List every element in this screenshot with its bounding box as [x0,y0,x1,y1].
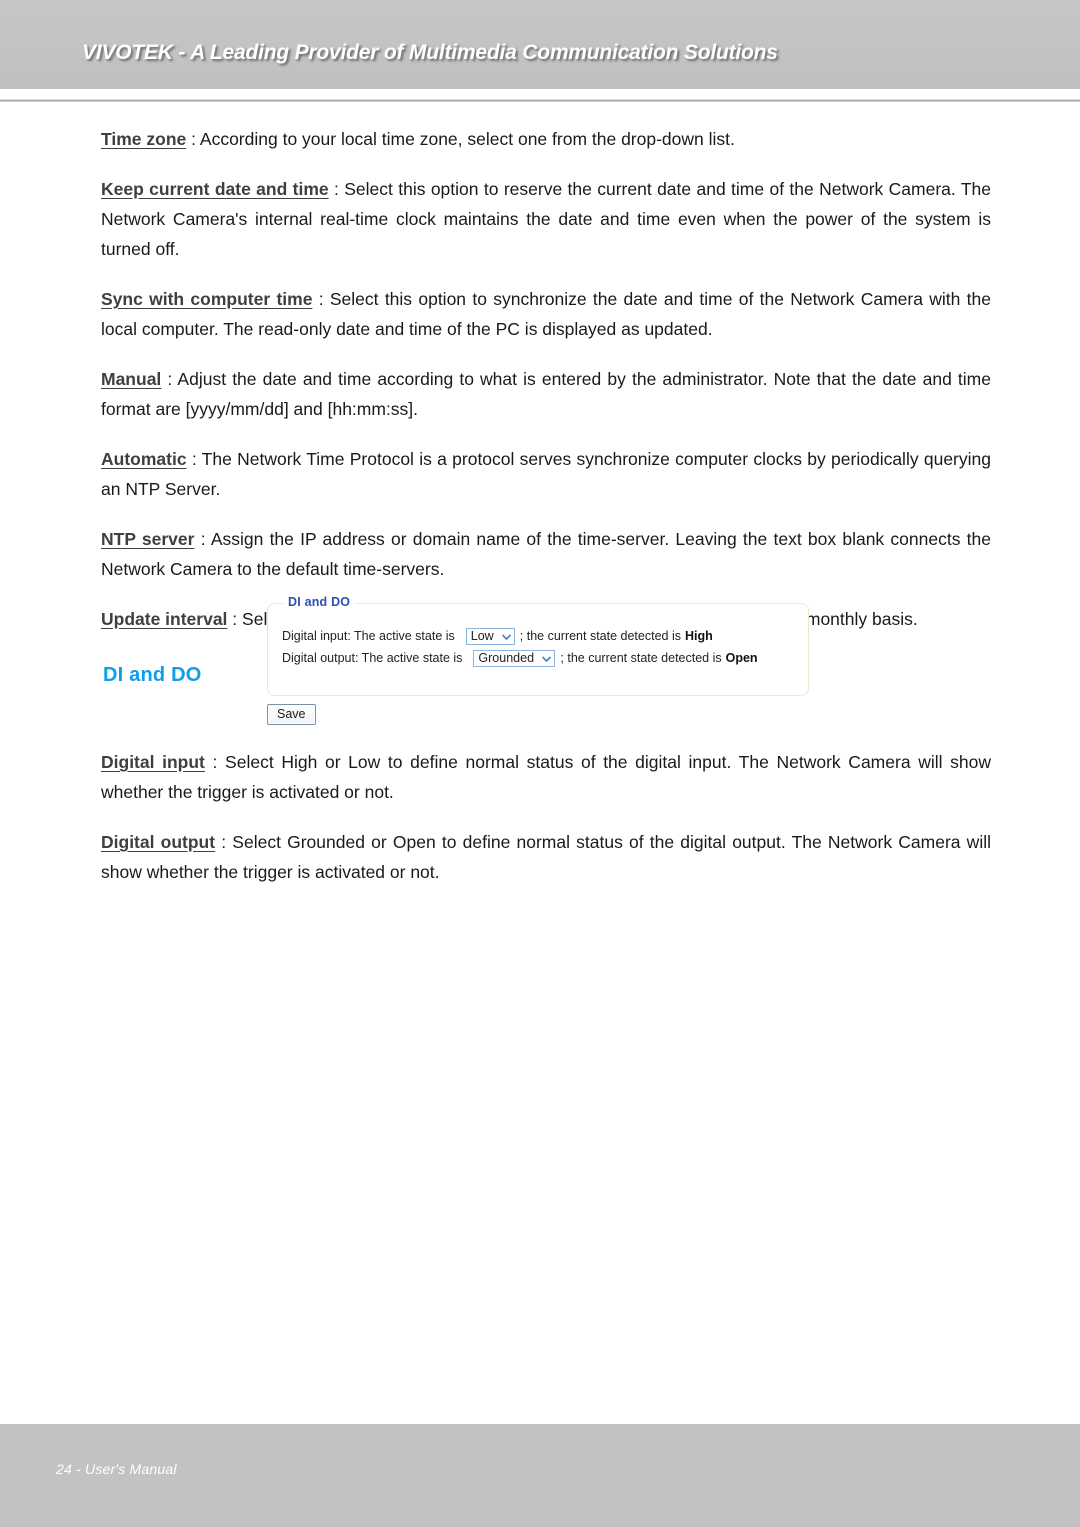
chevron-down-icon [541,651,552,666]
digital-output-label: Digital output: The active state is [282,651,463,665]
digital-input-state-select[interactable]: Low [465,628,515,645]
digital-input-label: Digital input: The active state is [282,629,455,643]
paragraph-digital-input: Digital input : Select High or Low to de… [101,747,991,807]
header-divider-rule [0,99,1080,102]
di-do-fieldset-legend: DI and DO [283,595,356,609]
term-digital-input: Digital input [101,752,205,772]
figure-di-and-do-screenshot: DI and DO Digital input: The active stat… [267,595,809,725]
paragraph-sync-with-computer-time: Sync with computer time : Select this op… [101,284,991,344]
di-do-fieldset: DI and DO Digital input: The active stat… [267,595,809,696]
digital-input-detected-prefix: ; the current state detected is [519,629,681,643]
paragraph-manual: Manual : Adjust the date and time accord… [101,364,991,424]
term-colon: : [186,449,197,469]
paragraph-body: According to your local time zone, selec… [196,129,735,149]
digital-input-row: Digital input: The active state is Low ;… [282,627,794,646]
term-ntp-server: NTP server [101,529,195,549]
term-manual: Manual [101,369,162,389]
page-header-title: VIVOTEK - A Leading Provider of Multimed… [82,41,778,64]
term-sync-with-computer-time: Sync with computer time [101,289,313,309]
paragraph-body: Select High or Low to define normal stat… [101,752,991,802]
chevron-down-icon [501,629,512,644]
save-button[interactable]: Save [267,704,316,725]
term-colon: : [227,609,238,629]
page-footer-text: 24 - User's Manual [56,1461,177,1477]
term-digital-output: Digital output [101,832,216,852]
paragraph-keep-current-date-and-time: Keep current date and time : Select this… [101,174,991,264]
term-colon: : [215,832,227,852]
digital-output-state-value: Grounded [478,651,535,665]
term-colon: : [312,289,324,309]
paragraph-body: Adjust the date and time according to wh… [101,369,991,419]
term-colon: : [204,752,218,772]
paragraph-body: Assign the IP address or domain name of … [101,529,991,579]
paragraph-automatic: Automatic : The Network Time Protocol is… [101,444,991,504]
paragraph-ntp-server: NTP server : Assign the IP address or do… [101,524,991,584]
digital-output-row: Digital output: The active state is Grou… [282,649,794,668]
body-content-lower: Digital input : Select High or Low to de… [101,747,991,887]
term-colon: : [186,129,196,149]
digital-input-detected-value: High [684,629,713,643]
digital-output-state-select[interactable]: Grounded [473,650,556,667]
term-colon: : [161,369,173,389]
paragraph-digital-output: Digital output : Select Grounded or Open… [101,827,991,887]
paragraph-body: Select Grounded or Open to define normal… [101,832,991,882]
term-automatic: Automatic [101,449,187,469]
term-colon: : [328,179,339,199]
digital-output-detected-prefix: ; the current state detected is [560,651,722,665]
digital-output-detected-value: Open [725,651,758,665]
term-keep-current-date-and-time: Keep current date and time [101,179,329,199]
term-update-interval: Update interval [101,609,228,629]
term-time-zone: Time zone [101,129,187,149]
paragraph-body: The Network Time Protocol is a protocol … [101,449,991,499]
paragraph-time-zone: Time zone : According to your local time… [101,124,991,154]
digital-input-state-value: Low [470,629,494,643]
term-colon: : [194,529,206,549]
